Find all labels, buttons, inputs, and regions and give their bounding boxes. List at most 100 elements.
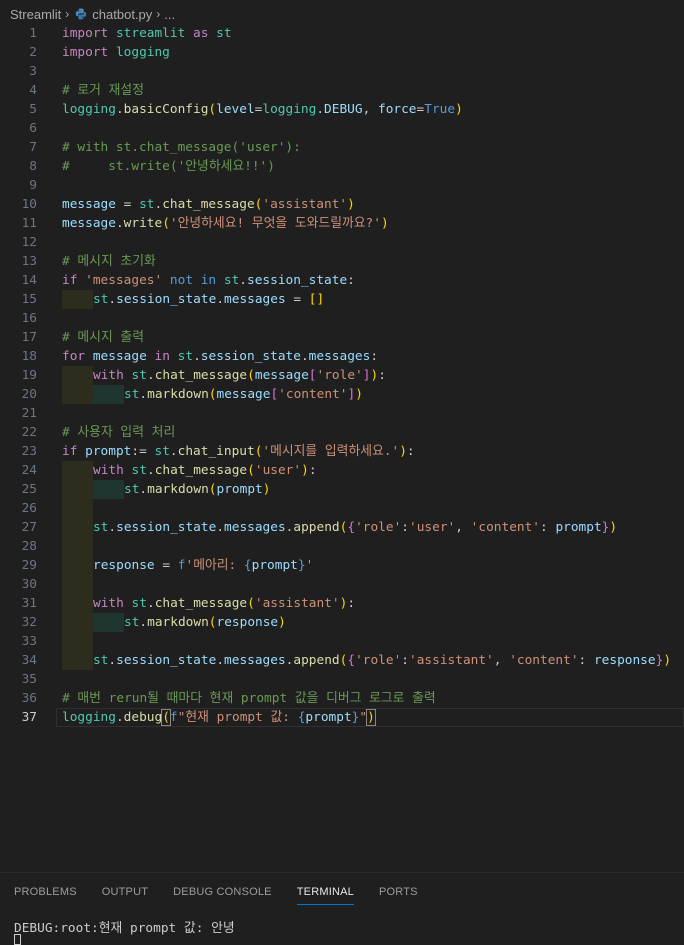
python-file-icon: [76, 8, 87, 20]
line-number: 12: [21, 235, 37, 250]
line-number: 23: [21, 444, 37, 459]
line-number: 31: [21, 596, 37, 611]
code-line[interactable]: 29 response = f'메아리: {prompt}': [0, 556, 684, 575]
indent-guide: [62, 556, 93, 575]
line-number: 4: [29, 83, 37, 98]
tab-ports[interactable]: PORTS: [379, 873, 418, 911]
code-editor[interactable]: 1 import streamlit as st 2 import logging …: [0, 24, 684, 727]
indent-guide: [62, 651, 93, 670]
line-number: 27: [21, 520, 37, 535]
tab-output[interactable]: OUTPUT: [102, 873, 148, 911]
line-number: 24: [21, 463, 37, 478]
code-line[interactable]: 17 # 메시지 출력: [0, 328, 684, 347]
code-line[interactable]: 36 # 매번 rerun될 때마다 현재 prompt 값을 디버그 로그로 출…: [0, 689, 684, 708]
indent-guide: [62, 385, 93, 404]
line-number: 2: [29, 45, 37, 60]
code-line[interactable]: 18 for message in st.session_state.messag…: [0, 347, 684, 366]
indent-guide: [62, 594, 93, 613]
indent-guide: [62, 366, 93, 385]
code-line[interactable]: 3: [0, 62, 684, 81]
code-line[interactable]: 6: [0, 119, 684, 138]
line-number: 36: [21, 691, 37, 706]
line-number: 7: [29, 140, 37, 155]
line-number: 10: [21, 197, 37, 212]
line-number: 13: [21, 254, 37, 269]
panel-tabs: PROBLEMS OUTPUT DEBUG CONSOLE TERMINAL P…: [0, 873, 684, 911]
line-number: 5: [29, 102, 37, 117]
code-line[interactable]: 10 message = st.chat_message('assistant'): [0, 195, 684, 214]
code-line[interactable]: 23 if prompt:= st.chat_input('메시지를 입력하세요.…: [0, 442, 684, 461]
line-number: 22: [21, 425, 37, 440]
code-line[interactable]: 15 st.session_state.messages = []: [0, 290, 684, 309]
code-line[interactable]: 4 # 로거 재설정: [0, 81, 684, 100]
code-line[interactable]: 24 with st.chat_message('user'):: [0, 461, 684, 480]
terminal-cursor: [14, 934, 21, 945]
tab-debug-console[interactable]: DEBUG CONSOLE: [173, 873, 272, 911]
indent-guide: [62, 290, 93, 309]
code-line[interactable]: 22 # 사용자 입력 처리: [0, 423, 684, 442]
indent-guide: [62, 480, 93, 499]
line-number: 32: [21, 615, 37, 630]
code-line[interactable]: 21: [0, 404, 684, 423]
indent-guide: [93, 613, 124, 632]
line-number: 29: [21, 558, 37, 573]
terminal-output[interactable]: DEBUG:root:현재 prompt 값: 안녕: [14, 917, 235, 936]
line-number: 33: [21, 634, 37, 649]
line-number: 19: [21, 368, 37, 383]
indent-guide: [93, 480, 124, 499]
indent-guide: [62, 632, 93, 651]
line-number: 18: [21, 349, 37, 364]
code-line[interactable]: 25 st.markdown(prompt): [0, 480, 684, 499]
line-number: 14: [21, 273, 37, 288]
tab-problems[interactable]: PROBLEMS: [14, 873, 77, 911]
code-line[interactable]: 30: [0, 575, 684, 594]
bottom-panel: PROBLEMS OUTPUT DEBUG CONSOLE TERMINAL P…: [0, 872, 684, 945]
line-number: 17: [21, 330, 37, 345]
code-line[interactable]: 31 with st.chat_message('assistant'):: [0, 594, 684, 613]
breadcrumb-symbols[interactable]: ...: [164, 7, 175, 22]
code-line[interactable]: 16: [0, 309, 684, 328]
code-line[interactable]: 35: [0, 670, 684, 689]
line-number: 6: [29, 121, 37, 136]
breadcrumb-folder[interactable]: Streamlit: [10, 7, 61, 22]
code-line[interactable]: 34 st.session_state.messages.append({'rol…: [0, 651, 684, 670]
line-number: 34: [21, 653, 37, 668]
code-line[interactable]: 11 message.write('안녕하세요! 무엇을 도와드릴까요?'): [0, 214, 684, 233]
code-line[interactable]: 14 if 'messages' not in st.session_state:: [0, 271, 684, 290]
chevron-right-icon: ›: [156, 7, 161, 21]
code-line[interactable]: 27 st.session_state.messages.append({'rol…: [0, 518, 684, 537]
code-line[interactable]: 7 # with st.chat_message('user'):: [0, 138, 684, 157]
line-number: 35: [21, 672, 37, 687]
tab-terminal[interactable]: TERMINAL: [296, 873, 355, 911]
indent-guide: [62, 613, 93, 632]
code-line-active[interactable]: 37 logging.debug(f"현재 prompt 값: {prompt}"…: [0, 708, 684, 727]
code-line[interactable]: 28: [0, 537, 684, 556]
code-line[interactable]: 13 # 메시지 초기화: [0, 252, 684, 271]
indent-guide: [62, 575, 93, 594]
code-line[interactable]: 26: [0, 499, 684, 518]
code-line[interactable]: 5 logging.basicConfig(level=logging.DEBUG…: [0, 100, 684, 119]
line-number: 26: [21, 501, 37, 516]
line-number: 11: [21, 216, 37, 231]
indent-guide: [62, 461, 93, 480]
code-line[interactable]: 12: [0, 233, 684, 252]
chevron-right-icon: ›: [65, 7, 70, 21]
code-line[interactable]: 9: [0, 176, 684, 195]
code-line[interactable]: 20 st.markdown(message['content']): [0, 385, 684, 404]
line-number: 1: [29, 26, 37, 41]
code-line[interactable]: 33: [0, 632, 684, 651]
line-number: 16: [21, 311, 37, 326]
line-number: 3: [29, 64, 37, 79]
breadcrumb-file[interactable]: chatbot.py: [92, 7, 152, 22]
line-number: 25: [21, 482, 37, 497]
line-number: 21: [21, 406, 37, 421]
code-line[interactable]: 1 import streamlit as st: [0, 24, 684, 43]
indent-guide: [93, 385, 124, 404]
code-line[interactable]: 32 st.markdown(response): [0, 613, 684, 632]
line-number: 9: [29, 178, 37, 193]
code-line[interactable]: 19 with st.chat_message(message['role']):: [0, 366, 684, 385]
line-number: 15: [21, 292, 37, 307]
code-line[interactable]: 8 # st.write('안녕하세요!!'): [0, 157, 684, 176]
code-line[interactable]: 2 import logging: [0, 43, 684, 62]
line-number: 30: [21, 577, 37, 592]
